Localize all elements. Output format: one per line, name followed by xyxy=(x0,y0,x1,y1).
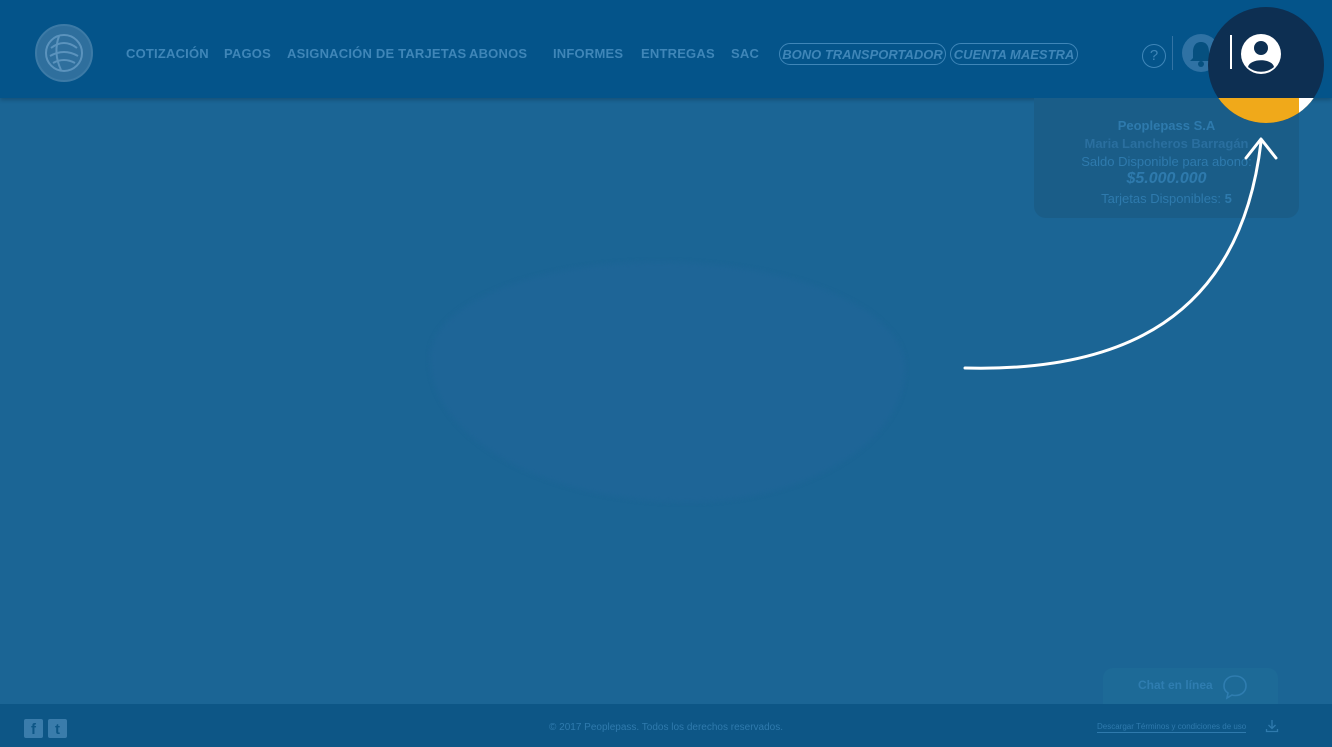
nav-asignacion-de-tarjetas[interactable]: ASIGNACIÓN DE TARJETAS xyxy=(287,0,466,98)
bono-transportador-button[interactable]: BONO TRANSPORTADOR xyxy=(779,43,946,65)
nav-abonos[interactable]: ABONOS xyxy=(469,0,527,98)
nav-informes[interactable]: INFORMES xyxy=(553,0,623,98)
cuenta-maestra-button[interactable]: CUENTA MAESTRA xyxy=(950,43,1078,65)
overlay-highlight-blob xyxy=(430,262,905,502)
chat-bubble-icon xyxy=(1223,675,1247,700)
nav-sac[interactable]: SAC xyxy=(731,0,759,98)
chat-en-linea-button[interactable]: Chat en línea xyxy=(1103,668,1278,708)
top-navigation-bar: COTIZACIÓN PAGOS ASIGNACIÓN DE TARJETAS … xyxy=(0,0,1332,98)
user-name: Maria Lancheros Barragán xyxy=(1084,136,1249,151)
download-icon[interactable] xyxy=(1265,719,1279,733)
terms-download-link[interactable]: Descargar Términos y condiciones de uso xyxy=(1097,722,1247,733)
nav-cotizacion[interactable]: COTIZACIÓN xyxy=(126,0,209,98)
spotlight-divider xyxy=(1230,35,1232,69)
divider xyxy=(1172,36,1173,70)
peoplepass-logo[interactable] xyxy=(35,24,93,82)
nav-pagos[interactable]: PAGOS xyxy=(224,0,271,98)
user-profile-icon[interactable] xyxy=(1240,33,1282,75)
help-icon[interactable]: ? xyxy=(1142,44,1166,68)
chat-label: Chat en línea xyxy=(1138,678,1213,692)
saldo-label: Saldo Disponible para abono: xyxy=(1081,154,1252,169)
logo-globe-icon xyxy=(45,34,83,72)
spotlight-white-strip xyxy=(1299,98,1324,123)
tarjetas-label: Tarjetas Disponibles: xyxy=(1101,191,1222,206)
nav-entregas[interactable]: ENTREGAS xyxy=(641,0,715,98)
tarjetas-value: 5 xyxy=(1224,191,1232,206)
saldo-value: $5.000.000 xyxy=(1126,170,1207,187)
footer: f t © 2017 Peoplepass. Todos los derecho… xyxy=(0,704,1332,747)
tarjetas-disponibles: Tarjetas Disponibles: 5 xyxy=(1034,191,1299,206)
